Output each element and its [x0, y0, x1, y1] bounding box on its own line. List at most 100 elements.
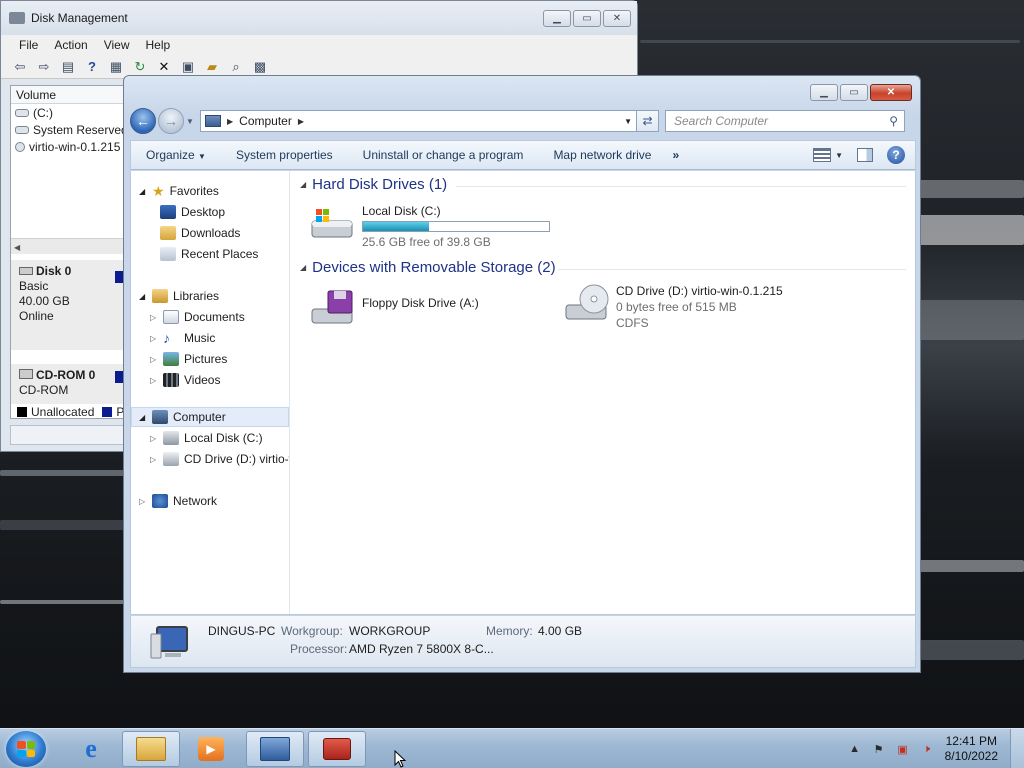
menu-help[interactable]: Help — [138, 35, 179, 55]
expand-arrow-icon[interactable]: ▷ — [150, 334, 158, 343]
column-header-volume[interactable]: Volume — [11, 86, 123, 104]
volume-muted-icon[interactable]: 🕨 — [919, 742, 935, 756]
media-player-icon: ▶ — [198, 737, 224, 761]
close-button[interactable]: ✕ — [603, 10, 631, 27]
view-dropdown-icon[interactable]: ▼ — [835, 151, 843, 160]
nav-item-desktop[interactable]: Desktop — [160, 202, 225, 222]
search-icon[interactable]: ⚲ — [889, 114, 898, 128]
show-hide-console-icon[interactable]: ▤ — [59, 59, 77, 75]
breadcrumb-separator-icon[interactable]: ▶ — [227, 117, 233, 126]
action-center-flag-icon[interactable]: ⚑ — [871, 742, 887, 756]
show-hidden-icons-icon[interactable]: ▲ — [847, 742, 863, 756]
volume-row[interactable]: System Reserved — [11, 121, 123, 138]
nav-item-videos[interactable]: ▷ Videos — [150, 370, 220, 390]
search-icon[interactable]: ⌕ — [227, 59, 245, 75]
disk-partition-strip — [115, 371, 123, 383]
drive-free-space: 25.6 GB free of 39.8 GB — [362, 235, 491, 249]
horizontal-scrollbar[interactable]: ◀ — [11, 238, 123, 254]
drive-floppy-a[interactable]: Floppy Disk Drive (A:) — [308, 287, 479, 327]
maximize-button[interactable]: ▭ — [573, 10, 601, 27]
nav-item-music[interactable]: ▷ ♪ Music — [150, 328, 215, 348]
taskbar-windows-explorer[interactable] — [122, 731, 180, 767]
refresh-icon: ⇄ — [642, 114, 653, 128]
console-tree-icon[interactable]: ▦ — [107, 59, 125, 75]
nav-item-libraries[interactable]: ◢ Libraries — [139, 286, 219, 306]
show-desktop-button[interactable] — [1010, 729, 1024, 768]
nav-item-cd-drive[interactable]: ▷ CD Drive (D:) virtio-win-0.1.215 — [150, 449, 289, 469]
address-dropdown-icon[interactable]: ▼ — [624, 117, 632, 126]
minimize-button[interactable]: ▁ — [543, 10, 571, 27]
group-header-hard-disk-drives[interactable]: ◢ Hard Disk Drives (1) — [300, 176, 447, 193]
expand-arrow-icon[interactable]: ◢ — [139, 292, 147, 301]
address-bar[interactable]: ▶ Computer ▶ ▼ — [200, 110, 637, 132]
forward-arrow-icon[interactable]: ⇨ — [35, 59, 53, 75]
taskbar-internet-explorer[interactable]: e — [62, 731, 120, 767]
menu-action[interactable]: Action — [46, 35, 95, 55]
breadcrumb-computer[interactable]: Computer — [239, 114, 292, 128]
search-input[interactable]: Search Computer ⚲ — [665, 110, 905, 132]
network-icon[interactable]: ▣ — [895, 742, 911, 756]
settings-icon[interactable]: ▩ — [251, 59, 269, 75]
chevron-down-icon: ▼ — [198, 152, 206, 161]
expand-arrow-icon[interactable]: ▷ — [150, 376, 158, 385]
refresh-icon[interactable]: ↻ — [131, 59, 149, 75]
expand-arrow-icon[interactable]: ▷ — [150, 355, 158, 364]
close-button[interactable]: ✕ — [870, 84, 912, 101]
open-folder-icon[interactable]: ▰ — [203, 59, 221, 75]
clock[interactable]: 12:41 PM 8/10/2022 — [945, 734, 998, 764]
expand-arrow-icon[interactable]: ▷ — [150, 313, 158, 322]
nav-item-documents[interactable]: ▷ Documents — [150, 307, 245, 327]
expand-arrow-icon[interactable]: ▷ — [139, 497, 147, 506]
volume-row[interactable]: (C:) — [11, 104, 123, 121]
nav-item-downloads[interactable]: Downloads — [160, 223, 240, 243]
breadcrumb-separator-icon[interactable]: ▶ — [298, 117, 304, 126]
maximize-button[interactable]: ▭ — [840, 84, 868, 101]
start-button[interactable] — [6, 731, 46, 767]
nav-item-local-disk[interactable]: ▷ Local Disk (C:) — [150, 428, 263, 448]
taskbar-toolbox[interactable] — [308, 731, 366, 767]
expand-arrow-icon[interactable]: ◢ — [139, 413, 147, 422]
nav-item-favorites[interactable]: ◢ ★ Favorites — [139, 181, 219, 201]
menu-view[interactable]: View — [96, 35, 138, 55]
cdrom-0-panel[interactable]: CD-ROM 0 CD-ROM — [11, 364, 123, 404]
drive-local-disk-c[interactable]: Local Disk (C:) 25.6 GB free of 39.8 GB — [308, 203, 550, 250]
change-view-icon[interactable] — [813, 148, 832, 162]
taskbar-disk-management[interactable] — [246, 731, 304, 767]
back-arrow-icon[interactable]: ⇦ — [11, 59, 29, 75]
scroll-left-icon[interactable]: ◀ — [11, 243, 20, 252]
recent-pages-dropdown[interactable]: ▼ — [186, 117, 196, 126]
taskbar-media-player[interactable]: ▶ — [182, 731, 240, 767]
disk-0-panel[interactable]: Disk 0 Basic 40.00 GB Online — [11, 260, 123, 350]
organize-button[interactable]: Organize ▼ — [131, 148, 221, 162]
collapse-arrow-icon[interactable]: ◢ — [300, 263, 306, 272]
nav-item-computer[interactable]: ◢ Computer — [139, 407, 226, 427]
map-network-drive-button[interactable]: Map network drive — [538, 148, 666, 162]
expand-arrow-icon[interactable]: ◢ — [139, 187, 147, 196]
collapse-arrow-icon[interactable]: ◢ — [300, 180, 306, 189]
taskbar: e ▶ ▲ ⚑ ▣ 🕨 12:41 PM 8/10/2022 — [0, 728, 1024, 768]
nav-item-pictures[interactable]: ▷ Pictures — [150, 349, 227, 369]
nav-item-recent-places[interactable]: Recent Places — [160, 244, 258, 264]
disk-management-titlebar[interactable]: Disk Management — [1, 1, 637, 35]
menu-file[interactable]: File — [11, 35, 46, 55]
expand-arrow-icon[interactable]: ▷ — [150, 455, 158, 464]
system-properties-button[interactable]: System properties — [221, 148, 348, 162]
forward-button[interactable]: → — [158, 108, 184, 134]
group-header-removable-storage[interactable]: ◢ Devices with Removable Storage (2) — [300, 259, 556, 276]
volume-row[interactable]: virtio-win-0.1.215 — [11, 138, 123, 155]
navigation-pane: ◢ ★ Favorites Desktop Downloads Recent P… — [131, 171, 290, 614]
more-commands-button[interactable]: » — [666, 148, 685, 162]
expand-arrow-icon[interactable]: ▷ — [150, 434, 158, 443]
minimize-button[interactable]: ▁ — [810, 84, 838, 101]
help-icon[interactable]: ? — [887, 146, 905, 164]
refresh-button[interactable]: ⇄ — [637, 110, 659, 132]
help-icon[interactable]: ? — [83, 59, 101, 75]
back-button[interactable]: ← — [130, 108, 156, 134]
uninstall-program-button[interactable]: Uninstall or change a program — [348, 148, 539, 162]
nav-item-network[interactable]: ▷ Network — [139, 491, 217, 511]
properties-icon[interactable]: ▣ — [179, 59, 197, 75]
computer-explorer-window[interactable]: ▁ ▭ ✕ ← → ▼ ▶ Computer ▶ ▼ ⇄ Search Comp… — [123, 75, 921, 673]
preview-pane-icon[interactable] — [857, 148, 873, 162]
drive-cd-d[interactable]: CD Drive (D:) virtio-win-0.1.215 0 bytes… — [562, 283, 783, 331]
delete-icon[interactable]: ✕ — [155, 59, 173, 75]
